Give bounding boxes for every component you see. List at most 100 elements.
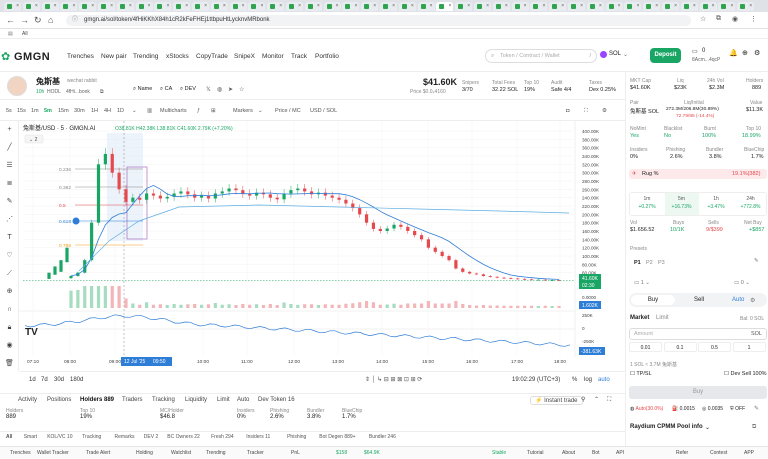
close-icon[interactable]: ×	[392, 3, 395, 9]
nav-xstocks[interactable]: xStocks	[166, 53, 189, 60]
status-item[interactable]: $64.9K	[364, 447, 380, 459]
tpsl-checkbox[interactable]: ☐ TP/SL	[630, 371, 652, 377]
close-icon[interactable]: ×	[636, 3, 639, 9]
filter-chip[interactable]: Bot Degen 889+	[319, 432, 355, 443]
close-icon[interactable]: ×	[223, 3, 226, 9]
layout-icon[interactable]: ⊞	[211, 101, 216, 121]
browser-tab[interactable]: ×	[380, 2, 397, 11]
trash-icon[interactable]: 🗑︎	[5, 359, 14, 368]
quick-amount-button[interactable]: 0.5	[698, 342, 731, 352]
close-icon[interactable]: ×	[91, 3, 94, 9]
pattern-icon[interactable]: ⋰	[5, 215, 14, 224]
bookmark-all[interactable]: All	[22, 31, 28, 37]
lock-icon[interactable]: 🔒︎	[5, 323, 14, 332]
browser-tab[interactable]: ×	[192, 2, 209, 11]
drawing-quicktools[interactable]: ⇕ │ ↳ ⊟ ⊞ ⊠ ⊡ ⊞ ⟳	[365, 372, 422, 388]
preset-edit-icon[interactable]: ✎	[754, 258, 759, 264]
close-icon[interactable]: ×	[448, 3, 451, 9]
mev-toggle[interactable]: ⛨ OFF	[730, 406, 745, 412]
wallet-count[interactable]: ▭ 0 ⌄	[734, 280, 750, 286]
filter-chip[interactable]: Tracking	[82, 432, 101, 443]
timeframe-1h[interactable]: 1h +3.47%	[699, 193, 733, 215]
browser-tab[interactable]: ×	[60, 2, 78, 11]
close-icon[interactable]: ×	[373, 3, 376, 9]
browser-tab[interactable]: ×	[323, 2, 341, 11]
nav-copytrade[interactable]: CopyTrade	[196, 53, 228, 60]
auto-slippage[interactable]: ◍ Auto(30.0%)	[630, 406, 663, 412]
wallet-address[interactable]: 8Acm...4qcP	[692, 57, 720, 63]
close-icon[interactable]: ×	[35, 3, 38, 9]
browser-tab[interactable]: ×	[22, 2, 40, 11]
nav-trenches[interactable]: Trenches	[67, 53, 94, 60]
filter-chip[interactable]: BC Owners 22	[167, 432, 200, 443]
status-item[interactable]: Tracker	[247, 447, 264, 459]
nav-trending[interactable]: Trending	[133, 53, 158, 60]
heart-icon[interactable]: ♡	[5, 251, 14, 260]
close-icon[interactable]: ×	[599, 3, 602, 9]
close-icon[interactable]: ×	[674, 3, 677, 9]
devsell-checkbox[interactable]: ☐ Dev Sell 100%	[724, 371, 767, 377]
browser-tab[interactable]: ×	[530, 2, 548, 11]
interval-1m[interactable]: 1m	[31, 101, 39, 121]
browser-tab[interactable]: ×	[210, 2, 228, 11]
camera-icon[interactable]: ◘	[566, 101, 569, 121]
interval-30m[interactable]: 30m	[74, 101, 85, 121]
browser-tab[interactable]: ×	[229, 2, 247, 11]
status-item[interactable]: Wallet Tracker	[37, 447, 69, 459]
browser-tab[interactable]: ×	[662, 2, 679, 11]
browser-tab[interactable]: ×	[586, 2, 604, 11]
status-item[interactable]: APP	[744, 447, 754, 459]
browser-tab[interactable]: ×	[417, 2, 435, 11]
status-item[interactable]: API	[616, 447, 624, 459]
browser-tab[interactable]: ×	[41, 2, 59, 11]
site-info-icon[interactable]: ⓘ	[72, 15, 78, 26]
close-icon[interactable]: ×	[730, 3, 733, 9]
home-icon[interactable]: ⌂	[48, 15, 53, 25]
close-icon[interactable]: ×	[279, 3, 282, 9]
close-icon[interactable]: ×	[298, 3, 301, 9]
markers-button[interactable]: Markers	[233, 101, 253, 121]
browser-tab[interactable]: ×	[455, 2, 473, 11]
token-address[interactable]: 4fHi...bonk	[66, 89, 90, 95]
pool-info-title[interactable]: Raydium CPMM Pool info	[630, 424, 703, 430]
browser-tab[interactable]: ×	[398, 2, 416, 11]
close-icon[interactable]: ×	[655, 3, 658, 9]
range-180d[interactable]: 180d	[70, 372, 83, 388]
website-icon[interactable]: ◍	[217, 86, 222, 93]
ca-link[interactable]: ⌕ CA	[160, 86, 172, 93]
limit-tab[interactable]: Limit	[656, 315, 669, 321]
chevron-down-icon[interactable]: ⌄	[132, 101, 137, 121]
auto-tab[interactable]: Auto	[732, 297, 744, 303]
close-icon[interactable]: ×	[580, 3, 583, 9]
star-icon[interactable]: ☆	[239, 86, 244, 93]
browser-tab[interactable]: ×	[492, 2, 510, 11]
buy-tab[interactable]: Buy	[631, 295, 675, 305]
browser-tab[interactable]: ×	[361, 2, 379, 11]
close-icon[interactable]: ×	[561, 3, 564, 9]
settings-icon[interactable]: ⚙	[750, 297, 755, 304]
status-item[interactable]: Contest	[710, 447, 727, 459]
address-field[interactable]: ⓘ gmgn.ai/sol/token/4fHiKKhX84h1cR2kFeFH…	[66, 15, 691, 26]
close-icon[interactable]: ×	[467, 3, 470, 9]
status-item[interactable]: Holding	[136, 447, 153, 459]
brush-icon[interactable]: ✎	[5, 197, 14, 206]
timeframe-24h[interactable]: 24h +772.8%	[734, 193, 768, 215]
filter-chip[interactable]: Fresh 294	[211, 432, 234, 443]
close-icon[interactable]: ×	[618, 3, 621, 9]
filter-chip[interactable]: Insiders 11	[246, 432, 270, 443]
sell-tab[interactable]: Sell	[694, 297, 704, 303]
market-tab[interactable]: Market	[630, 315, 649, 321]
chevron-down-icon[interactable]: ⌄	[258, 101, 263, 121]
interval-5m[interactable]: 5m	[44, 101, 52, 121]
settings-icon[interactable]: ⚙	[602, 101, 607, 121]
apps-icon[interactable]: ▤	[8, 29, 13, 39]
indicators-icon[interactable]: ƒ	[197, 101, 200, 121]
trendline-icon[interactable]: ╱	[5, 143, 14, 152]
percent-toggle[interactable]: %	[572, 372, 577, 388]
browser-tab[interactable]: ×	[436, 2, 454, 11]
interval-5s[interactable]: 5s	[6, 101, 12, 121]
browser-tab[interactable]: ×	[4, 2, 21, 11]
close-icon[interactable]: ×	[260, 3, 263, 9]
amount-input[interactable]: Amount SOL	[629, 328, 767, 340]
close-icon[interactable]: ×	[336, 3, 339, 9]
